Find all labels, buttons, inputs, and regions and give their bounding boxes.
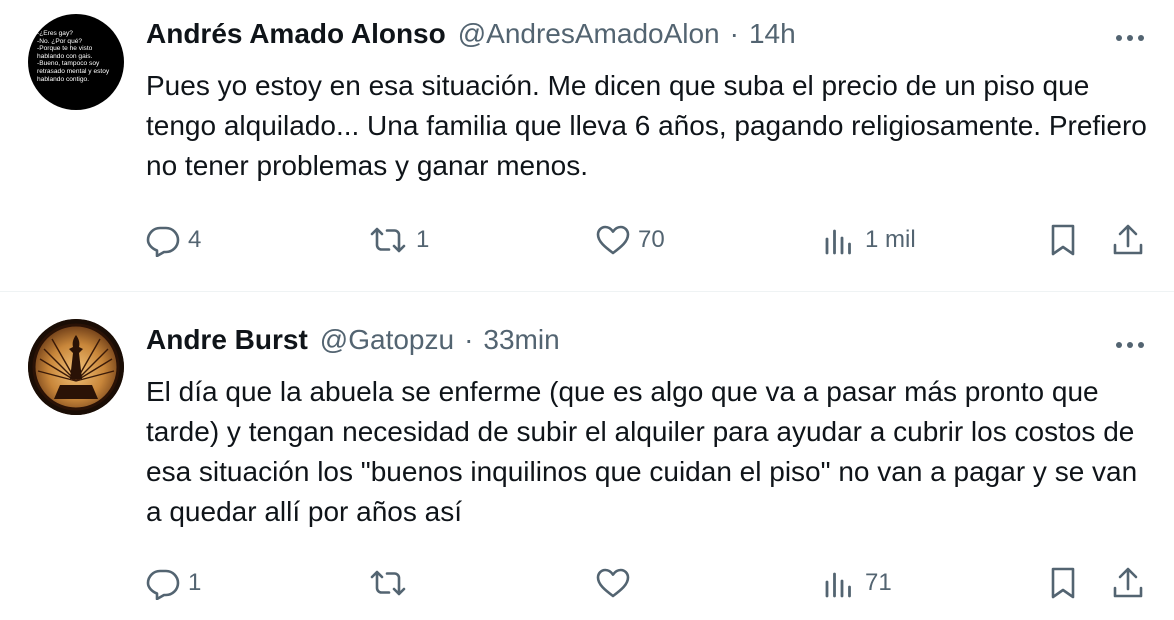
timestamp[interactable]: 14h: [749, 18, 796, 50]
more-button[interactable]: [1112, 20, 1148, 56]
share-button[interactable]: [1112, 220, 1144, 260]
avatar[interactable]: -¿Eres gay? -No. ¿Por qué? -Porque te he…: [28, 14, 124, 110]
action-bar: 4 1 70 1 mil: [146, 220, 1156, 260]
bookmark-icon: [1051, 567, 1075, 599]
bookmark-button[interactable]: [1049, 220, 1077, 260]
bookmark-button[interactable]: [1049, 563, 1077, 603]
retweet-button[interactable]: 1: [368, 220, 429, 260]
retweet-icon: [370, 570, 406, 596]
share-icon: [1113, 567, 1143, 598]
retweet-button[interactable]: [368, 563, 416, 603]
display-name[interactable]: Andre Burst: [146, 324, 308, 356]
user-handle[interactable]: @AndresAmadoAlon: [458, 18, 720, 50]
avatar-meme-text: -¿Eres gay? -No. ¿Por qué? -Porque te he…: [37, 30, 110, 83]
views-count: 71: [865, 569, 892, 596]
more-icon: [1116, 342, 1144, 348]
separator-dot: ·: [464, 324, 474, 355]
tweet-header: Andrés Amado Alonso @AndresAmadoAlon · 1…: [146, 14, 796, 54]
retweet-count: 1: [416, 226, 430, 253]
more-icon: [1116, 35, 1144, 41]
views-button[interactable]: 1 mil: [823, 220, 916, 260]
separator-dot: ·: [729, 18, 739, 49]
views-icon: [825, 572, 851, 598]
like-button[interactable]: 70: [596, 220, 665, 260]
reply-count: 4: [188, 226, 202, 253]
action-bar: 1 71: [146, 563, 1156, 603]
user-handle[interactable]: @Gatopzu: [320, 324, 454, 356]
like-icon: [596, 225, 630, 255]
views-icon: [825, 229, 851, 255]
tweet-divider: [0, 291, 1174, 292]
avatar[interactable]: [28, 319, 124, 415]
reply-icon: [146, 569, 180, 600]
share-button[interactable]: [1112, 563, 1144, 603]
views-button[interactable]: 71: [823, 563, 892, 603]
display-name[interactable]: Andrés Amado Alonso: [146, 18, 446, 50]
tweet[interactable]: -¿Eres gay? -No. ¿Por qué? -Porque te he…: [0, 0, 1174, 292]
timestamp[interactable]: 33min: [483, 324, 559, 356]
tweet-header: Andre Burst @Gatopzu · 33min: [146, 320, 560, 360]
bookmark-icon: [1051, 224, 1075, 256]
reply-button[interactable]: 4: [146, 220, 201, 260]
share-icon: [1113, 224, 1143, 255]
reply-count: 1: [188, 569, 202, 596]
reply-button[interactable]: 1: [146, 563, 201, 603]
tweet[interactable]: Andre Burst @Gatopzu · 33min El día que …: [0, 293, 1174, 620]
tweet-text: Pues yo estoy en esa situación. Me dicen…: [146, 70, 1147, 181]
reply-icon: [146, 226, 180, 257]
views-count: 1 mil: [865, 226, 916, 253]
like-button[interactable]: [596, 563, 638, 603]
tweet-text: El día que la abuela se enferme (que es …: [146, 376, 1138, 527]
avatar-emblem-image: [28, 319, 124, 415]
retweet-icon: [370, 227, 406, 253]
like-count: 70: [638, 226, 665, 253]
like-icon: [596, 568, 630, 598]
more-button[interactable]: [1112, 327, 1148, 363]
